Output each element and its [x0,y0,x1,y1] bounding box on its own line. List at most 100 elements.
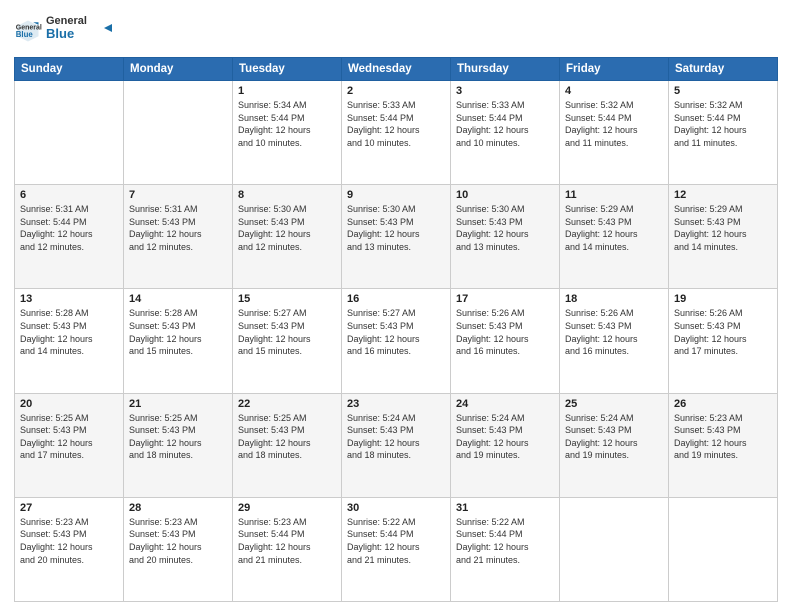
calendar-day-cell: 29 Sunrise: 5:23 AM Sunset: 5:44 PM Dayli… [233,497,342,601]
calendar-day-cell: 2 Sunrise: 5:33 AM Sunset: 5:44 PM Daylig… [342,81,451,185]
day-info: Sunrise: 5:29 AM Sunset: 5:43 PM Dayligh… [674,203,772,253]
weekday-header-tuesday: Tuesday [233,58,342,81]
day-number: 22 [238,398,336,410]
day-info: Sunrise: 5:22 AM Sunset: 5:44 PM Dayligh… [347,516,445,566]
calendar-day-cell: 18 Sunrise: 5:26 AM Sunset: 5:43 PM Dayli… [560,289,669,393]
calendar-day-cell: 4 Sunrise: 5:32 AM Sunset: 5:44 PM Daylig… [560,81,669,185]
day-info: Sunrise: 5:23 AM Sunset: 5:43 PM Dayligh… [129,516,227,566]
svg-text:Blue: Blue [16,30,34,39]
day-info: Sunrise: 5:24 AM Sunset: 5:43 PM Dayligh… [347,412,445,462]
calendar-day-cell: 10 Sunrise: 5:30 AM Sunset: 5:43 PM Dayli… [451,185,560,289]
day-info: Sunrise: 5:23 AM Sunset: 5:43 PM Dayligh… [20,516,118,566]
day-info: Sunrise: 5:25 AM Sunset: 5:43 PM Dayligh… [20,412,118,462]
logo-icon: General Blue [14,17,42,45]
day-info: Sunrise: 5:34 AM Sunset: 5:44 PM Dayligh… [238,99,336,149]
calendar-day-cell: 17Sunrise: 5:26 AM Sunset: 5:43 PM Dayli… [451,289,560,393]
calendar-day-cell: 28 Sunrise: 5:23 AM Sunset: 5:43 PM Dayli… [124,497,233,601]
calendar-week-row: 13 Sunrise: 5:28 AM Sunset: 5:43 PM Dayli… [15,289,778,393]
day-number: 4 [565,85,663,97]
day-number: 26 [674,398,772,410]
weekday-header-row: SundayMondayTuesdayWednesdayThursdayFrid… [15,58,778,81]
day-number: 27 [20,502,118,514]
day-number: 23 [347,398,445,410]
svg-text:Blue: Blue [46,26,74,41]
day-number: 15 [238,293,336,305]
calendar-day-cell [669,497,778,601]
day-number: 25 [565,398,663,410]
day-number: 1 [238,85,336,97]
day-number: 12 [674,189,772,201]
calendar-day-cell: 30 Sunrise: 5:22 AM Sunset: 5:44 PM Dayli… [342,497,451,601]
day-number: 6 [20,189,118,201]
calendar-table: SundayMondayTuesdayWednesdayThursdayFrid… [14,57,778,602]
day-number: 24 [456,398,554,410]
calendar-week-row: 27 Sunrise: 5:23 AM Sunset: 5:43 PM Dayli… [15,497,778,601]
day-info: Sunrise: 5:33 AM Sunset: 5:44 PM Dayligh… [456,99,554,149]
day-number: 5 [674,85,772,97]
day-info: Sunrise: 5:28 AM Sunset: 5:43 PM Dayligh… [20,307,118,357]
day-number: 8 [238,189,336,201]
day-info: Sunrise: 5:31 AM Sunset: 5:43 PM Dayligh… [129,203,227,253]
day-number: 28 [129,502,227,514]
calendar-day-cell: 21Sunrise: 5:25 AM Sunset: 5:43 PM Dayli… [124,393,233,497]
weekday-header-sunday: Sunday [15,58,124,81]
day-info: Sunrise: 5:28 AM Sunset: 5:43 PM Dayligh… [129,307,227,357]
day-number: 9 [347,189,445,201]
weekday-header-saturday: Saturday [669,58,778,81]
calendar-week-row: 20 Sunrise: 5:25 AM Sunset: 5:43 PM Dayli… [15,393,778,497]
day-info: Sunrise: 5:23 AM Sunset: 5:43 PM Dayligh… [674,412,772,462]
day-number: 30 [347,502,445,514]
day-number: 29 [238,502,336,514]
day-info: Sunrise: 5:30 AM Sunset: 5:43 PM Dayligh… [347,203,445,253]
calendar-day-cell [124,81,233,185]
day-number: 31 [456,502,554,514]
calendar-day-cell [15,81,124,185]
day-number: 20 [20,398,118,410]
day-info: Sunrise: 5:22 AM Sunset: 5:44 PM Dayligh… [456,516,554,566]
calendar-day-cell: 16Sunrise: 5:27 AM Sunset: 5:43 PM Dayli… [342,289,451,393]
weekday-header-monday: Monday [124,58,233,81]
day-info: Sunrise: 5:24 AM Sunset: 5:43 PM Dayligh… [456,412,554,462]
calendar-day-cell: 22 Sunrise: 5:25 AM Sunset: 5:43 PM Dayli… [233,393,342,497]
day-number: 16 [347,293,445,305]
calendar-day-cell: 8Sunrise: 5:30 AM Sunset: 5:43 PM Daylig… [233,185,342,289]
calendar-day-cell: 13 Sunrise: 5:28 AM Sunset: 5:43 PM Dayli… [15,289,124,393]
day-info: Sunrise: 5:26 AM Sunset: 5:43 PM Dayligh… [674,307,772,357]
day-number: 2 [347,85,445,97]
day-info: Sunrise: 5:25 AM Sunset: 5:43 PM Dayligh… [238,412,336,462]
calendar-day-cell: 20 Sunrise: 5:25 AM Sunset: 5:43 PM Dayli… [15,393,124,497]
calendar-day-cell: 7 Sunrise: 5:31 AM Sunset: 5:43 PM Daylig… [124,185,233,289]
logo: General Blue General Blue [14,10,116,51]
weekday-header-thursday: Thursday [451,58,560,81]
day-number: 17 [456,293,554,305]
day-info: Sunrise: 5:23 AM Sunset: 5:44 PM Dayligh… [238,516,336,566]
day-number: 3 [456,85,554,97]
day-info: Sunrise: 5:25 AM Sunset: 5:43 PM Dayligh… [129,412,227,462]
day-info: Sunrise: 5:27 AM Sunset: 5:43 PM Dayligh… [238,307,336,357]
calendar-day-cell: 11 Sunrise: 5:29 AM Sunset: 5:43 PM Dayli… [560,185,669,289]
day-number: 18 [565,293,663,305]
calendar-day-cell: 19Sunrise: 5:26 AM Sunset: 5:43 PM Dayli… [669,289,778,393]
calendar-day-cell: 5Sunrise: 5:32 AM Sunset: 5:44 PM Daylig… [669,81,778,185]
calendar-day-cell: 15 Sunrise: 5:27 AM Sunset: 5:43 PM Dayli… [233,289,342,393]
day-number: 11 [565,189,663,201]
day-info: Sunrise: 5:32 AM Sunset: 5:44 PM Dayligh… [565,99,663,149]
weekday-header-wednesday: Wednesday [342,58,451,81]
day-info: Sunrise: 5:30 AM Sunset: 5:43 PM Dayligh… [456,203,554,253]
weekday-header-friday: Friday [560,58,669,81]
calendar-day-cell: 6Sunrise: 5:31 AM Sunset: 5:44 PM Daylig… [15,185,124,289]
calendar-day-cell: 27 Sunrise: 5:23 AM Sunset: 5:43 PM Dayli… [15,497,124,601]
calendar-day-cell: 24 Sunrise: 5:24 AM Sunset: 5:43 PM Dayli… [451,393,560,497]
day-number: 7 [129,189,227,201]
day-number: 10 [456,189,554,201]
day-info: Sunrise: 5:29 AM Sunset: 5:43 PM Dayligh… [565,203,663,253]
calendar-day-cell: 1 Sunrise: 5:34 AM Sunset: 5:44 PM Daylig… [233,81,342,185]
day-number: 13 [20,293,118,305]
calendar-week-row: 6Sunrise: 5:31 AM Sunset: 5:44 PM Daylig… [15,185,778,289]
calendar-day-cell: 31 Sunrise: 5:22 AM Sunset: 5:44 PM Dayli… [451,497,560,601]
day-info: Sunrise: 5:26 AM Sunset: 5:43 PM Dayligh… [565,307,663,357]
logo-svg: General Blue [46,10,116,46]
day-info: Sunrise: 5:33 AM Sunset: 5:44 PM Dayligh… [347,99,445,149]
calendar-day-cell: 26 Sunrise: 5:23 AM Sunset: 5:43 PM Dayli… [669,393,778,497]
calendar-day-cell [560,497,669,601]
